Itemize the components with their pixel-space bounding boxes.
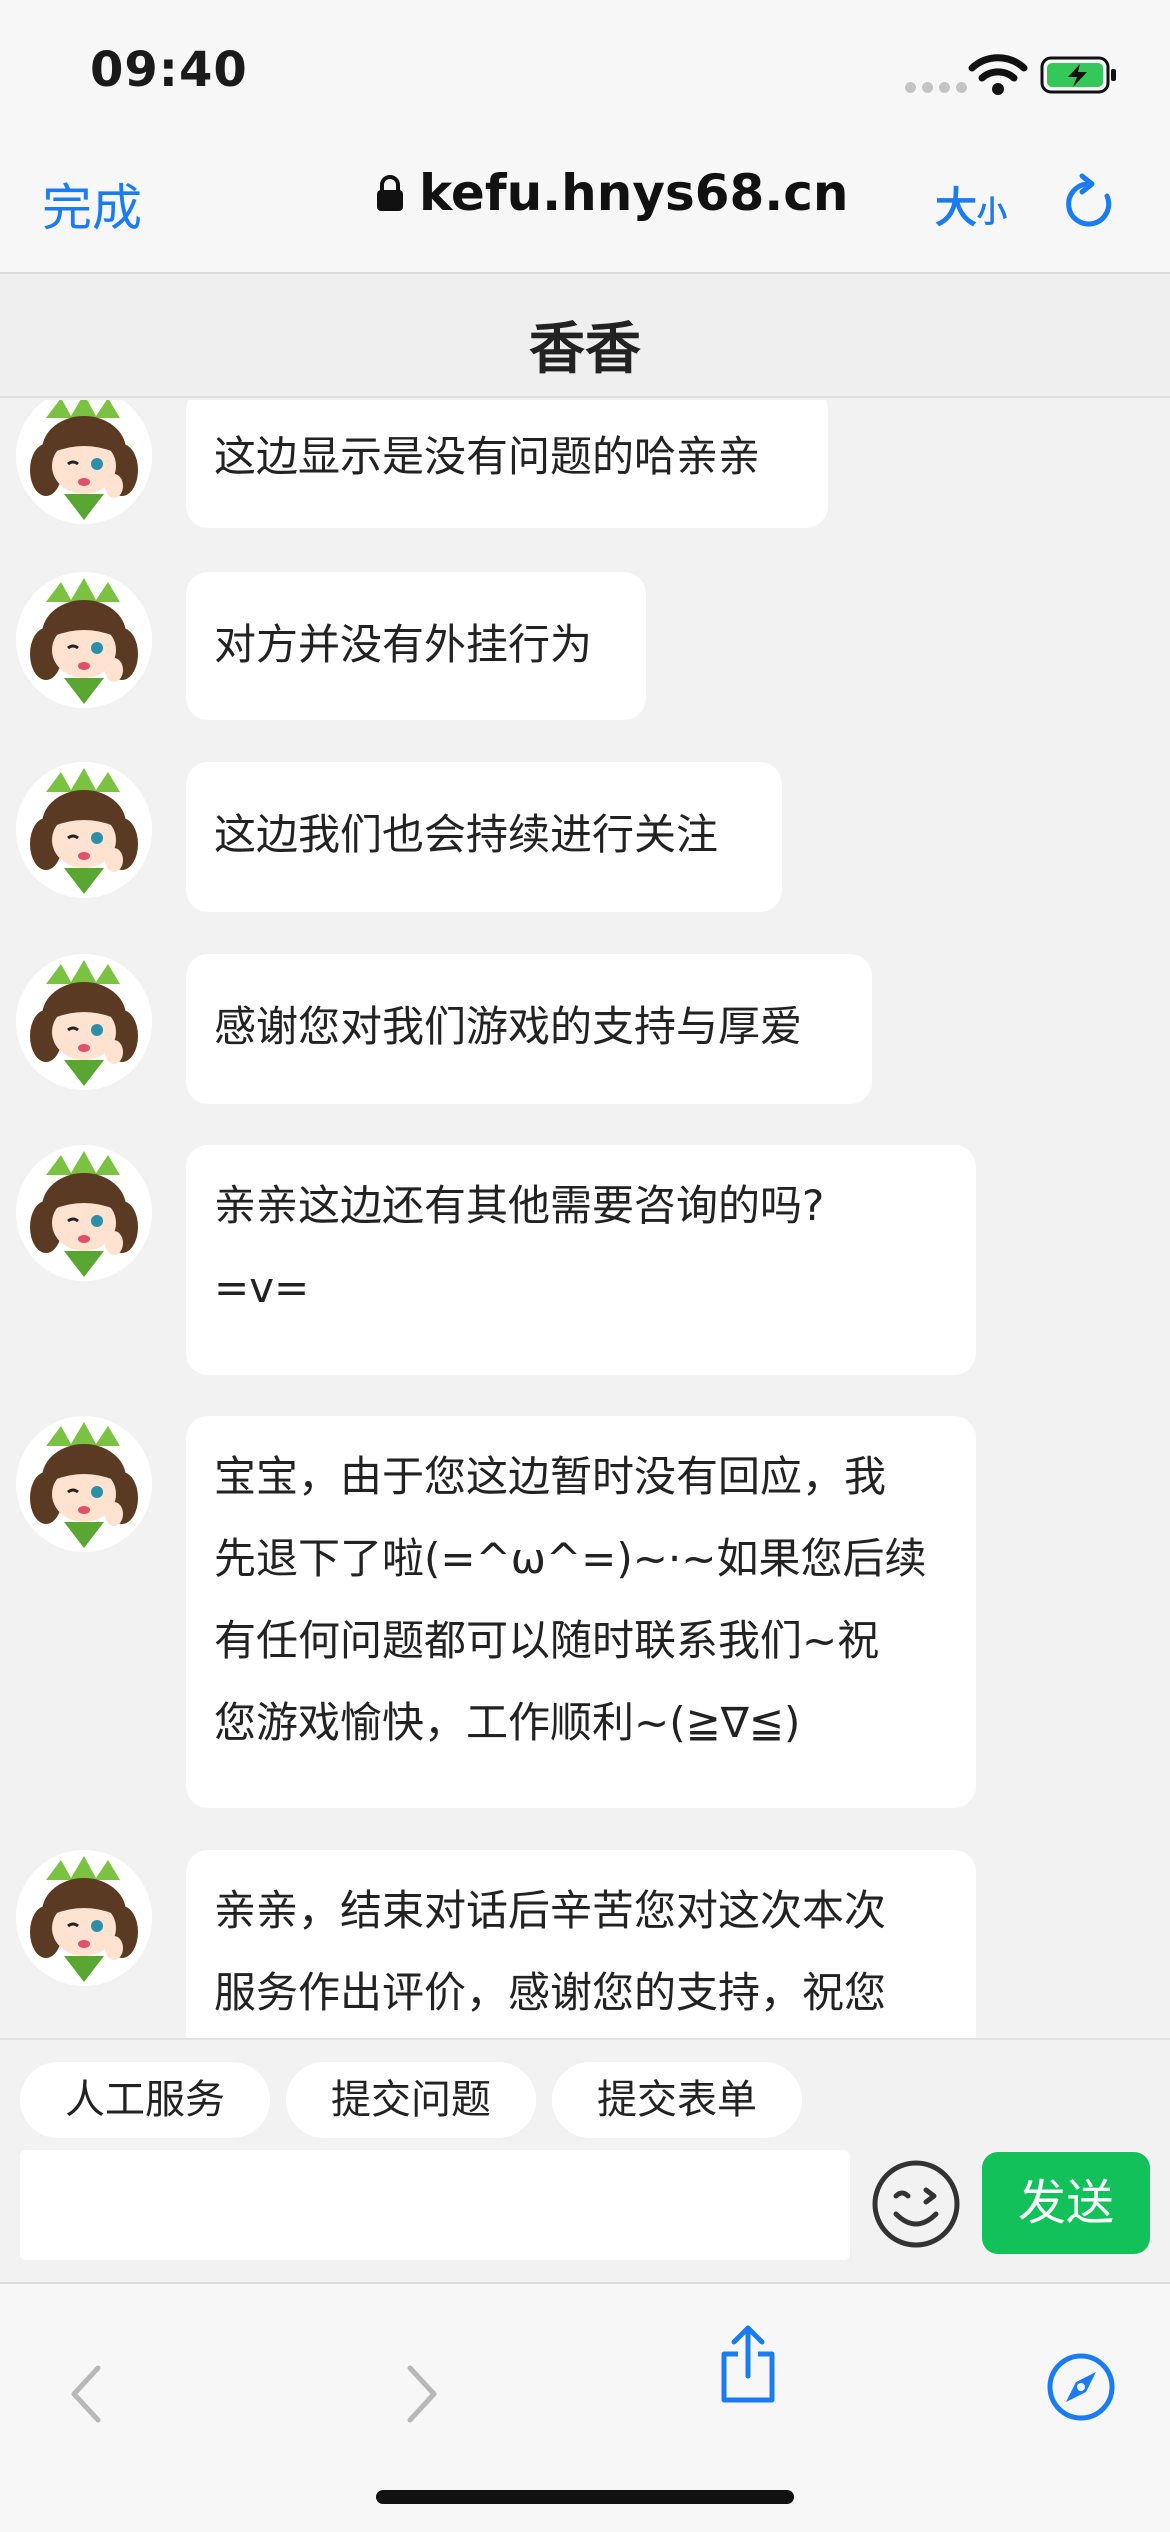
submit-question-button[interactable]: 提交问题 xyxy=(286,2062,536,2138)
message-line: 您游戏愉快，工作顺利~(≧∇≦) xyxy=(214,1698,801,1747)
chat-header: 香香 xyxy=(0,274,1170,398)
message-line: 先退下了啦(=^ω^=)~·~如果您后续 xyxy=(214,1534,927,1583)
message-line: 服务作出评价，感谢您的支持，祝您 xyxy=(214,1968,887,2017)
browser-address-bar: 完成 kefu.hnys68.cn 大小 xyxy=(0,140,1170,274)
message-bubble: 亲亲这边还有其他需要咨询的吗? =v= xyxy=(186,1145,976,1375)
agent-avatar xyxy=(16,400,152,524)
message-input[interactable] xyxy=(20,2150,850,2260)
message-bubble: 这边我们也会持续进行关注 xyxy=(186,762,782,912)
share-icon[interactable] xyxy=(716,2324,780,2404)
agent-avatar xyxy=(16,1145,152,1281)
message-line: 亲亲这边还有其他需要咨询的吗? xyxy=(214,1181,825,1230)
done-button[interactable]: 完成 xyxy=(42,168,142,240)
agent-avatar xyxy=(16,954,152,1090)
message-bubble: 宝宝，由于您这边暂时没有回应，我 先退下了啦(=^ω^=)~·~如果您后续 有任… xyxy=(186,1416,976,1808)
compass-icon[interactable] xyxy=(1046,2352,1116,2422)
message-line: 宝宝，由于您这边暂时没有回应，我 xyxy=(214,1452,887,1501)
agent-avatar xyxy=(16,1850,152,1986)
agent-avatar xyxy=(16,762,152,898)
composer: 发送 xyxy=(0,2148,1170,2280)
text-size-small-label: 小 xyxy=(977,195,1008,230)
cellular-signal-icon xyxy=(905,82,967,93)
status-time: 09:40 xyxy=(90,42,248,98)
message-line: =v= xyxy=(214,1263,310,1312)
text-size-big-label: 大 xyxy=(935,183,978,232)
message-line: 有任何问题都可以随时联系我们~祝 xyxy=(214,1616,880,1665)
message-line: 亲亲，结束对话后辛苦您对这次本次 xyxy=(214,1886,887,1935)
message-bubble: 感谢您对我们游戏的支持与厚爱 xyxy=(186,954,872,1104)
agent-avatar xyxy=(16,1416,152,1552)
message-bubble: 对方并没有外挂行为 xyxy=(186,572,646,720)
human-service-button[interactable]: 人工服务 xyxy=(20,2062,270,2138)
lock-icon xyxy=(377,175,403,211)
message-list[interactable]: 这边显示是没有问题的哈亲亲 对方并没有外挂行为 这边我们也会持续进行关注 感谢您… xyxy=(0,400,1170,2038)
forward-arrow-icon[interactable] xyxy=(402,2362,442,2426)
chat-title: 香香 xyxy=(529,317,641,382)
status-bar: 09:40 xyxy=(0,0,1170,140)
url-display[interactable]: kefu.hnys68.cn xyxy=(375,164,849,222)
message-bubble: 这边显示是没有问题的哈亲亲 xyxy=(186,400,828,528)
agent-avatar xyxy=(16,572,152,708)
back-arrow-icon[interactable] xyxy=(66,2362,106,2426)
wifi-icon xyxy=(968,54,1028,95)
quick-actions-bar: 人工服务 提交问题 提交表单 xyxy=(0,2038,1170,2148)
text-size-button[interactable]: 大小 xyxy=(935,174,1007,235)
battery-charging-icon xyxy=(1040,56,1116,94)
submit-form-button[interactable]: 提交表单 xyxy=(552,2062,802,2138)
home-indicator xyxy=(376,2490,794,2504)
reload-icon[interactable] xyxy=(1062,172,1116,232)
message-bubble: 亲亲，结束对话后辛苦您对这次本次 服务作出评价，感谢您的支持，祝您 xyxy=(186,1850,976,2038)
url-text: kefu.hnys68.cn xyxy=(419,164,849,222)
send-button[interactable]: 发送 xyxy=(982,2152,1150,2254)
smiley-wink-icon[interactable] xyxy=(870,2158,962,2250)
